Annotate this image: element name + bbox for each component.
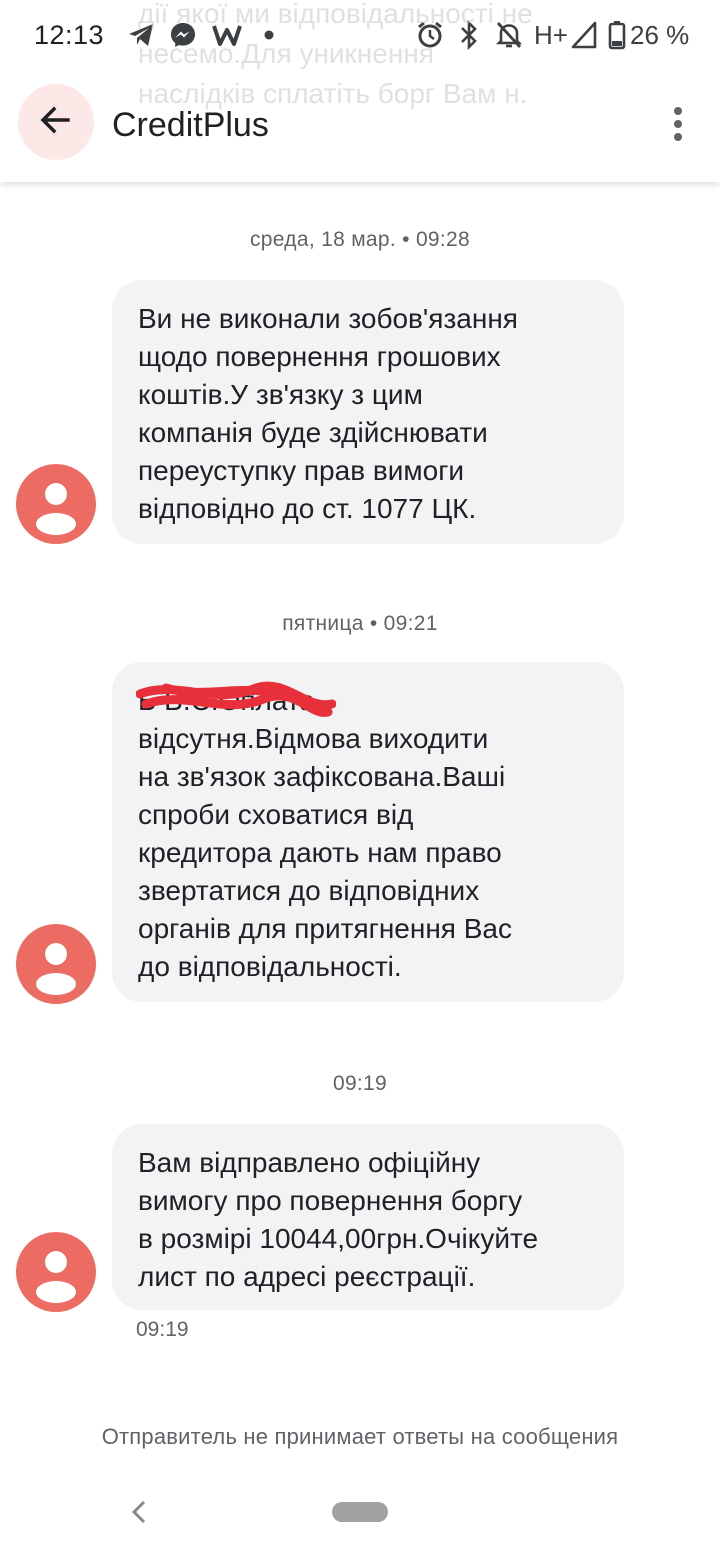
battery-icon xyxy=(606,20,628,50)
redaction-scribble xyxy=(136,681,336,717)
date-separator: среда, 18 мар. • 09:28 xyxy=(250,228,470,251)
telegram-icon xyxy=(126,20,156,50)
person-icon xyxy=(36,943,76,995)
messenger-icon xyxy=(168,20,198,50)
no-reply-notice: Отправитель не принимает ответы на сообщ… xyxy=(101,1424,619,1449)
back-button[interactable] xyxy=(18,84,94,160)
w-app-icon xyxy=(210,20,244,50)
chevron-left-icon xyxy=(131,1500,146,1524)
person-icon xyxy=(36,483,76,535)
more-vert-icon xyxy=(673,106,683,147)
conversation-title: CreditPlus xyxy=(112,106,269,144)
bluetooth-icon xyxy=(456,20,482,50)
home-gesture-pill[interactable] xyxy=(332,1502,388,1522)
app-bar: CreditPlus xyxy=(0,70,720,182)
messages-screen: 12:13 H+ 26 % дії якої ми відповідальнос… xyxy=(0,0,720,1560)
avatar[interactable] xyxy=(16,1232,96,1312)
status-time: 12:13 xyxy=(34,20,105,50)
message-timestamp: 09:19 xyxy=(136,1318,189,1341)
battery-level: 26 % xyxy=(630,20,690,50)
person-icon xyxy=(36,1251,76,1303)
message-bubble[interactable]: Ви не виконали зобов'язання щодо поверне… xyxy=(112,280,624,544)
avatar[interactable] xyxy=(16,924,96,1004)
signal-icon xyxy=(570,20,598,50)
status-bar: 12:13 H+ 26 % xyxy=(0,0,720,70)
network-type: H+ xyxy=(534,20,568,50)
notification-dot-icon xyxy=(262,20,276,50)
alarm-icon xyxy=(414,20,446,50)
more-options-button[interactable] xyxy=(658,100,698,152)
message-bubble[interactable]: Вам відправлено офіційну вимогу про пове… xyxy=(112,1124,624,1310)
arrow-back-icon xyxy=(38,102,74,143)
date-separator: пятница • 09:21 xyxy=(282,612,438,635)
date-separator: 09:19 xyxy=(332,1072,388,1095)
avatar[interactable] xyxy=(16,464,96,544)
nav-back-button[interactable] xyxy=(122,1494,158,1530)
mute-icon xyxy=(494,20,524,50)
